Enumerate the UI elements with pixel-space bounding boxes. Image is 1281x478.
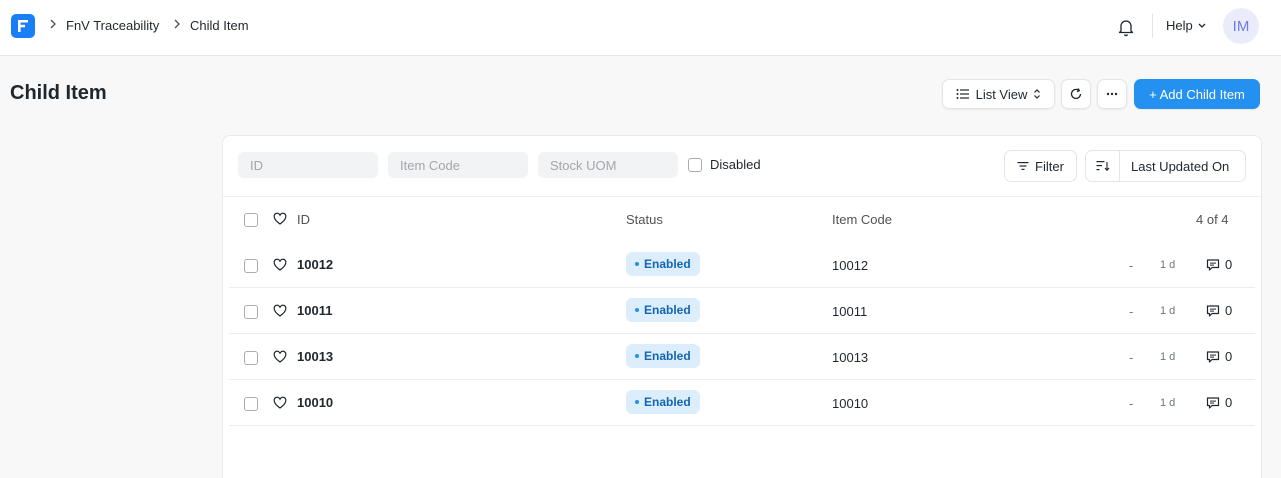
row-divider [229, 287, 1255, 288]
comment-count: 0 [1225, 257, 1233, 272]
comment-count: 0 [1225, 395, 1233, 410]
navbar-divider [1152, 14, 1153, 38]
status-label: Enabled [644, 303, 691, 317]
sort-order-toggle[interactable] [1086, 151, 1120, 181]
row-modified-time: 1 d [1160, 397, 1176, 409]
row-modified-time: 1 d [1160, 259, 1176, 271]
status-label: Enabled [644, 349, 691, 363]
list-view-switcher[interactable]: List View [942, 79, 1055, 109]
stock-uom-filter-input[interactable] [538, 152, 678, 178]
filter-label: Filter [1035, 158, 1064, 174]
notifications-bell-icon[interactable] [1115, 16, 1137, 38]
add-child-item-button[interactable]: + Add Child Item [1134, 79, 1260, 109]
chevron-right-icon [49, 18, 59, 38]
app-logo[interactable] [11, 14, 35, 38]
row-dash: - [1129, 258, 1134, 273]
heart-icon[interactable] [273, 396, 287, 410]
row-divider [229, 379, 1255, 380]
list-view-label: List View [975, 86, 1028, 102]
column-header-item-code: Item Code [832, 212, 892, 227]
disabled-filter-checkbox[interactable] [688, 158, 702, 172]
column-header-id: ID [297, 212, 310, 227]
heart-icon[interactable] [273, 258, 287, 272]
select-all-checkbox[interactable] [244, 213, 258, 227]
row-id-link[interactable]: 10012 [297, 257, 333, 272]
row-item-code: 10012 [832, 258, 869, 273]
status-label: Enabled [644, 257, 691, 271]
sort-descending-icon [1096, 161, 1109, 172]
more-actions-button[interactable] [1097, 79, 1127, 109]
comment-icon [1206, 350, 1220, 363]
chevron-down-icon [1198, 23, 1206, 28]
help-dropdown[interactable]: Help [1166, 18, 1207, 33]
filter-icon [1017, 162, 1029, 170]
filter-button[interactable]: Filter [1004, 150, 1077, 182]
refresh-button[interactable] [1061, 79, 1091, 109]
comment-count: 0 [1225, 349, 1233, 364]
row-dash: - [1129, 304, 1134, 319]
list-icon [956, 89, 969, 99]
row-modified-time: 1 d [1160, 351, 1176, 363]
row-checkbox[interactable] [244, 397, 258, 411]
frappe-logo-icon [18, 20, 28, 32]
chevron-right-icon [173, 18, 183, 38]
column-header-status: Status [626, 212, 663, 227]
row-dash: - [1129, 396, 1134, 411]
heart-icon[interactable] [273, 212, 287, 226]
item-code-filter-input[interactable] [388, 152, 528, 178]
status-badge: Enabled [626, 390, 700, 414]
row-comment-count[interactable]: 0 [1206, 257, 1232, 272]
heart-icon[interactable] [273, 304, 287, 318]
row-checkbox[interactable] [244, 305, 258, 319]
refresh-icon [1070, 88, 1082, 100]
row-modified-time: 1 d [1160, 305, 1176, 317]
row-checkbox[interactable] [244, 259, 258, 273]
row-id-link[interactable]: 10011 [297, 303, 332, 318]
disabled-filter-label: Disabled [710, 157, 761, 172]
help-label: Help [1166, 18, 1193, 33]
id-filter-input[interactable] [238, 152, 378, 178]
row-dash: - [1129, 350, 1134, 365]
row-id-link[interactable]: 10013 [297, 349, 333, 364]
row-comment-count[interactable]: 0 [1206, 349, 1232, 364]
row-item-code: 10011 [832, 304, 868, 319]
heart-icon[interactable] [273, 350, 287, 364]
row-divider [229, 333, 1255, 334]
status-badge: Enabled [626, 252, 700, 276]
row-divider [229, 425, 1255, 426]
comment-icon [1206, 258, 1220, 271]
comment-icon [1206, 304, 1220, 317]
row-id-link[interactable]: 10010 [297, 395, 333, 410]
row-comment-count[interactable]: 0 [1206, 303, 1232, 318]
page-title: Child Item [10, 82, 107, 104]
row-comment-count[interactable]: 0 [1206, 395, 1232, 410]
comment-count: 0 [1225, 303, 1233, 318]
status-badge: Enabled [626, 344, 700, 368]
comment-icon [1206, 396, 1220, 409]
sort-by-label: Last Updated On [1131, 158, 1230, 174]
more-horizontal-icon [1106, 92, 1118, 96]
status-label: Enabled [644, 395, 691, 409]
list-card: Disabled Filter Last Updated On ID Statu… [222, 135, 1262, 478]
status-badge: Enabled [626, 298, 700, 322]
user-avatar[interactable]: IM [1223, 8, 1259, 44]
chevron-up-down-icon [1034, 89, 1041, 99]
sort-control[interactable]: Last Updated On [1085, 150, 1246, 182]
row-item-code: 10010 [832, 396, 869, 411]
record-count: 4 of 4 [1196, 212, 1229, 227]
breadcrumb-fnv-traceability[interactable]: FnV Traceability [66, 18, 159, 33]
breadcrumb-child-item[interactable]: Child Item [190, 18, 249, 33]
navbar: FnV Traceability Child Item Help IM [0, 0, 1281, 56]
row-item-code: 10013 [832, 350, 869, 365]
row-checkbox[interactable] [244, 351, 258, 365]
filter-divider [223, 196, 1261, 197]
